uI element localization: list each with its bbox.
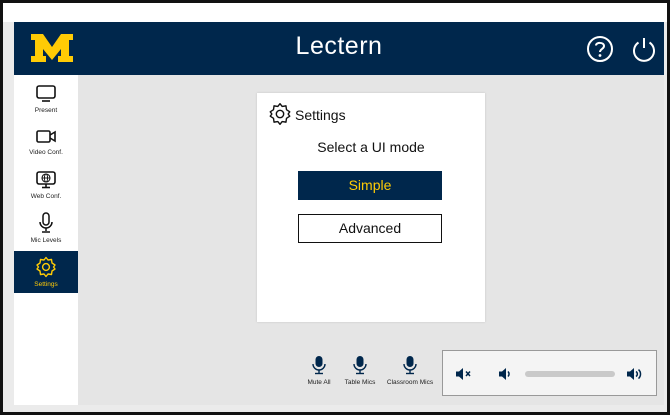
page-title: Lectern [295, 32, 383, 60]
gear-icon [269, 103, 291, 125]
sidebar-item-web-conf[interactable]: Web Conf. [14, 169, 78, 209]
volume-mute-icon[interactable] [455, 365, 473, 383]
sidebar-item-present[interactable]: Present [14, 83, 78, 123]
mic-button-label: Mute All [307, 379, 331, 386]
volume-panel [442, 350, 657, 396]
sidebar-item-label: Web Conf. [30, 193, 62, 200]
microphone-icon [353, 356, 367, 375]
sidebar-item-mic-levels[interactable]: Mic Levels [14, 211, 78, 251]
sidebar-item-label: Mic Levels [30, 237, 62, 244]
sidebar-item-label: Settings [34, 281, 58, 288]
microphone-icon [39, 212, 53, 233]
mic-button-label: Table Mics [344, 379, 376, 386]
microphone-icon [312, 356, 326, 375]
help-icon [587, 36, 613, 62]
globe-monitor-icon [36, 171, 56, 189]
title-strip [0, 0, 670, 22]
advanced-mode-button[interactable]: Advanced [298, 214, 442, 243]
app-header: Lectern [14, 22, 664, 75]
power-button[interactable] [629, 34, 659, 64]
power-icon [633, 38, 655, 62]
settings-title: Settings [295, 107, 346, 123]
mute-all-button[interactable]: Mute All [301, 355, 337, 386]
settings-panel: Settings Select a UI mode Simple Advance… [257, 93, 485, 322]
mic-button-label: Classroom Mics [386, 379, 434, 386]
sidebar-item-video-conf[interactable]: Video Conf. [14, 127, 78, 165]
sidebar-item-label: Video Conf. [29, 149, 63, 156]
volume-down-icon[interactable] [497, 365, 515, 383]
microphone-icon [403, 356, 417, 375]
monitor-icon [36, 85, 56, 102]
volume-slider[interactable] [525, 371, 615, 377]
table-mics-button[interactable]: Table Mics [340, 355, 380, 386]
video-camera-icon [36, 130, 56, 143]
gear-icon [36, 256, 56, 278]
sidebar: Present Video Conf. Web Conf. Mic Levels [14, 75, 78, 405]
sidebar-item-label: Present [34, 107, 58, 114]
classroom-mics-button[interactable]: Classroom Mics [383, 355, 437, 386]
volume-up-icon[interactable] [626, 365, 646, 383]
simple-mode-button[interactable]: Simple [298, 171, 442, 200]
help-button[interactable] [585, 34, 615, 64]
sidebar-item-settings[interactable]: Settings [14, 251, 78, 293]
ui-mode-prompt: Select a UI mode [317, 139, 425, 155]
